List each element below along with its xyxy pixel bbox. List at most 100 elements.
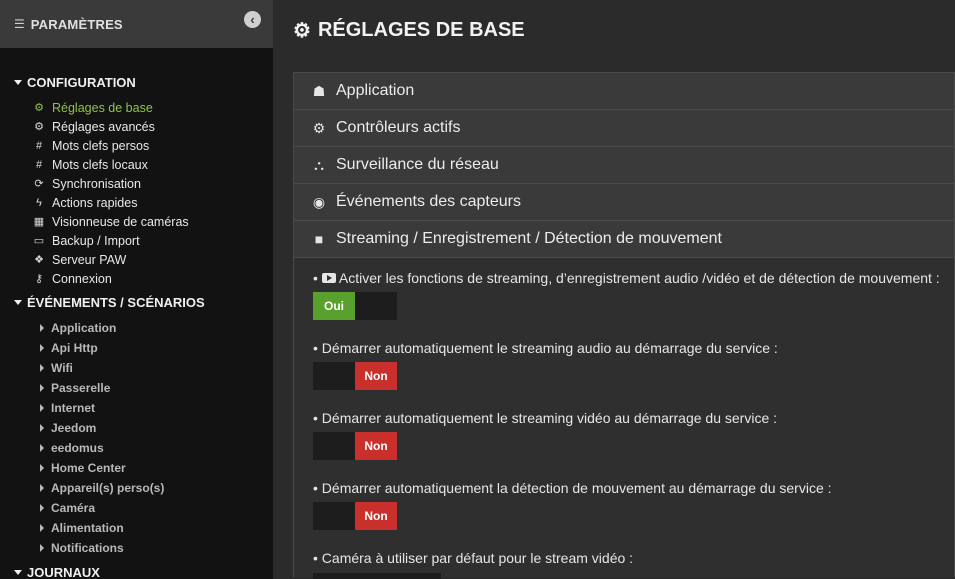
sidebar-event-item[interactable]: eedomus xyxy=(0,438,273,458)
section-journaux[interactable]: JOURNAUX xyxy=(0,562,273,579)
sidebar-item-connexion[interactable]: ⚷ Connexion xyxy=(0,269,273,288)
sidebar-item-serveur-paw[interactable]: ❖ Serveur PAW xyxy=(0,250,273,269)
streaming-panel-body: • Activer les fonctions de streaming, d’e… xyxy=(293,257,955,579)
main-content: ⚙ RÉGLAGES DE BASE ☗ Application ⚙ Contrôle… xyxy=(273,0,955,579)
sidebar-item-r-glages-de-base[interactable]: ⚙ Réglages de base xyxy=(0,98,273,117)
sidebar-item-synchronisation[interactable]: ⟳ Synchronisation xyxy=(0,174,273,193)
toggle-knob xyxy=(313,362,355,390)
sidebar-event-item[interactable]: Api Http xyxy=(0,338,273,358)
option-row: • Démarrer automatiquement la détection … xyxy=(313,478,954,530)
sidebar-event-label: eedomus xyxy=(51,441,104,455)
camera-select[interactable] xyxy=(313,573,441,579)
gears-icon: ⚙ xyxy=(34,121,44,133)
section-configuration-label: CONFIGURATION xyxy=(27,74,136,90)
panel-header[interactable]: ☗ Application xyxy=(293,72,955,109)
caret-right-icon xyxy=(40,524,44,532)
toggle-switch[interactable]: Oui xyxy=(313,292,397,320)
section-configuration[interactable]: CONFIGURATION xyxy=(0,72,273,92)
page-title: ⚙ RÉGLAGES DE BASE xyxy=(293,18,525,43)
sidebar-item-label: Mots clefs locaux xyxy=(52,157,148,172)
key-icon: ⚷ xyxy=(34,273,44,285)
bolt-icon: ϟ xyxy=(36,196,42,209)
caret-right-icon xyxy=(40,444,44,452)
sidebar-event-item[interactable]: Internet xyxy=(0,398,273,418)
back-arrow-icon[interactable]: ‹ xyxy=(244,11,261,28)
sidebar-item-label: Réglages de base xyxy=(52,100,153,115)
accordion: ☗ Application ⚙ Contrôleurs actifs ⛬ Surveill… xyxy=(293,72,955,579)
sidebar-event-label: Home Center xyxy=(51,461,126,475)
option-label: Démarrer automatiquement le streaming vi… xyxy=(321,409,778,426)
sidebar-item-label: Mots clefs persos xyxy=(52,138,150,153)
panel-header[interactable]: ⚙ Contrôleurs actifs xyxy=(293,109,955,146)
sidebar-item-mots-clefs-locaux[interactable]: # Mots clefs locaux xyxy=(0,155,273,174)
sidebar-event-item[interactable]: Jeedom xyxy=(0,418,273,438)
option-label: Démarrer automatiquement le streaming au… xyxy=(321,339,778,356)
caret-right-icon xyxy=(40,384,44,392)
caret-down-icon xyxy=(14,299,22,305)
hashtag-icon: # xyxy=(35,158,43,171)
sidebar-event-item[interactable]: Home Center xyxy=(0,458,273,478)
sliders-icon: ☰ xyxy=(14,17,25,31)
caret-down-icon xyxy=(14,79,22,85)
sidebar-item-mots-clefs-persos[interactable]: # Mots clefs persos xyxy=(0,136,273,155)
caret-right-icon xyxy=(40,504,44,512)
toggle-off-label: Non xyxy=(355,502,397,530)
sidebar-event-item[interactable]: Notifications xyxy=(0,538,273,558)
toggle-knob xyxy=(355,292,397,320)
caret-right-icon xyxy=(40,324,44,332)
sidebar-event-item[interactable]: Wifi xyxy=(0,358,273,378)
toggle-off-label: Non xyxy=(355,362,397,390)
gear-icon: ⚙ xyxy=(34,102,44,114)
panel-header[interactable]: ◉ Événements des capteurs xyxy=(293,183,955,220)
eye-icon: ◉ xyxy=(312,193,326,210)
toggle-switch[interactable]: Non xyxy=(313,362,397,390)
panel-header-label: Contrôleurs actifs xyxy=(336,119,461,136)
sidebar-event-item[interactable]: Caméra xyxy=(0,498,273,518)
sidebar-event-label: Internet xyxy=(51,401,96,415)
section-events-label: ÉVÉNEMENTS / SCÉNARIOS xyxy=(27,294,205,310)
sidebar-item-label: Actions rapides xyxy=(52,195,138,210)
caret-right-icon xyxy=(40,404,44,412)
toggle-switch[interactable]: Non xyxy=(313,502,397,530)
toggle-knob xyxy=(313,502,355,530)
sidebar-item-label: Backup / Import xyxy=(52,233,140,248)
sidebar-event-item[interactable]: Alimentation xyxy=(0,518,273,538)
sidebar-event-item[interactable]: Application xyxy=(0,318,273,338)
grid-icon: ▦ xyxy=(33,216,45,228)
app-root: ☰ PARAMÈTRES ‹ CONFIGURATION ⚙ Réglages d… xyxy=(0,0,955,579)
sidebar-item-visionneuse-de-cam-ras[interactable]: ▦ Visionneuse de caméras xyxy=(0,212,273,231)
sidebar-event-label: Notifications xyxy=(51,541,124,555)
toggle-switch[interactable]: Non xyxy=(313,432,397,460)
sidebar-event-label: Passerelle xyxy=(51,381,111,395)
sidebar-event-label: Application xyxy=(51,321,117,335)
panel-header-label: Événements des capteurs xyxy=(336,193,521,210)
caret-down-icon xyxy=(14,569,22,575)
sidebar-item-label: Connexion xyxy=(52,271,112,286)
sidebar: ☰ PARAMÈTRES ‹ CONFIGURATION ⚙ Réglages d… xyxy=(0,0,273,579)
sidebar-item-actions-rapides[interactable]: ϟ Actions rapides xyxy=(0,193,273,212)
option-row: • Activer les fonctions de streaming, d’e… xyxy=(313,268,954,320)
youtube-icon xyxy=(321,272,336,283)
caret-right-icon xyxy=(40,424,44,432)
section-events[interactable]: ÉVÉNEMENTS / SCÉNARIOS xyxy=(0,292,273,312)
sidebar-event-item[interactable]: Appareil(s) perso(s) xyxy=(0,478,273,498)
caret-right-icon xyxy=(40,464,44,472)
sidebar-item-label: Visionneuse de caméras xyxy=(52,214,189,229)
sidebar-event-label: Caméra xyxy=(51,501,96,515)
section-journaux-label: JOURNAUX xyxy=(27,564,100,579)
caret-right-icon xyxy=(40,344,44,352)
sidebar-item-backup-import[interactable]: ▭ Backup / Import xyxy=(0,231,273,250)
sidebar-event-item[interactable]: Passerelle xyxy=(0,378,273,398)
option-row: • Démarrer automatiquement le streaming … xyxy=(313,338,954,390)
caret-right-icon xyxy=(40,484,44,492)
sidebar-item-r-glages-avanc-s[interactable]: ⚙ Réglages avancés xyxy=(0,117,273,136)
panel-header-label: Surveillance du réseau xyxy=(336,156,499,173)
gear-icon: ⚙ xyxy=(293,20,311,42)
panel-header[interactable]: ■ Streaming / Enregistrement / Détection … xyxy=(293,220,955,257)
sidebar-event-label: Appareil(s) perso(s) xyxy=(51,481,165,495)
panel-header[interactable]: ⛬ Surveillance du réseau xyxy=(293,146,955,183)
sidebar-event-label: Wifi xyxy=(51,361,73,375)
gear-icon: ⚙ xyxy=(312,119,326,136)
sidebar-item-label: Réglages avancés xyxy=(52,119,155,134)
caret-right-icon xyxy=(40,544,44,552)
